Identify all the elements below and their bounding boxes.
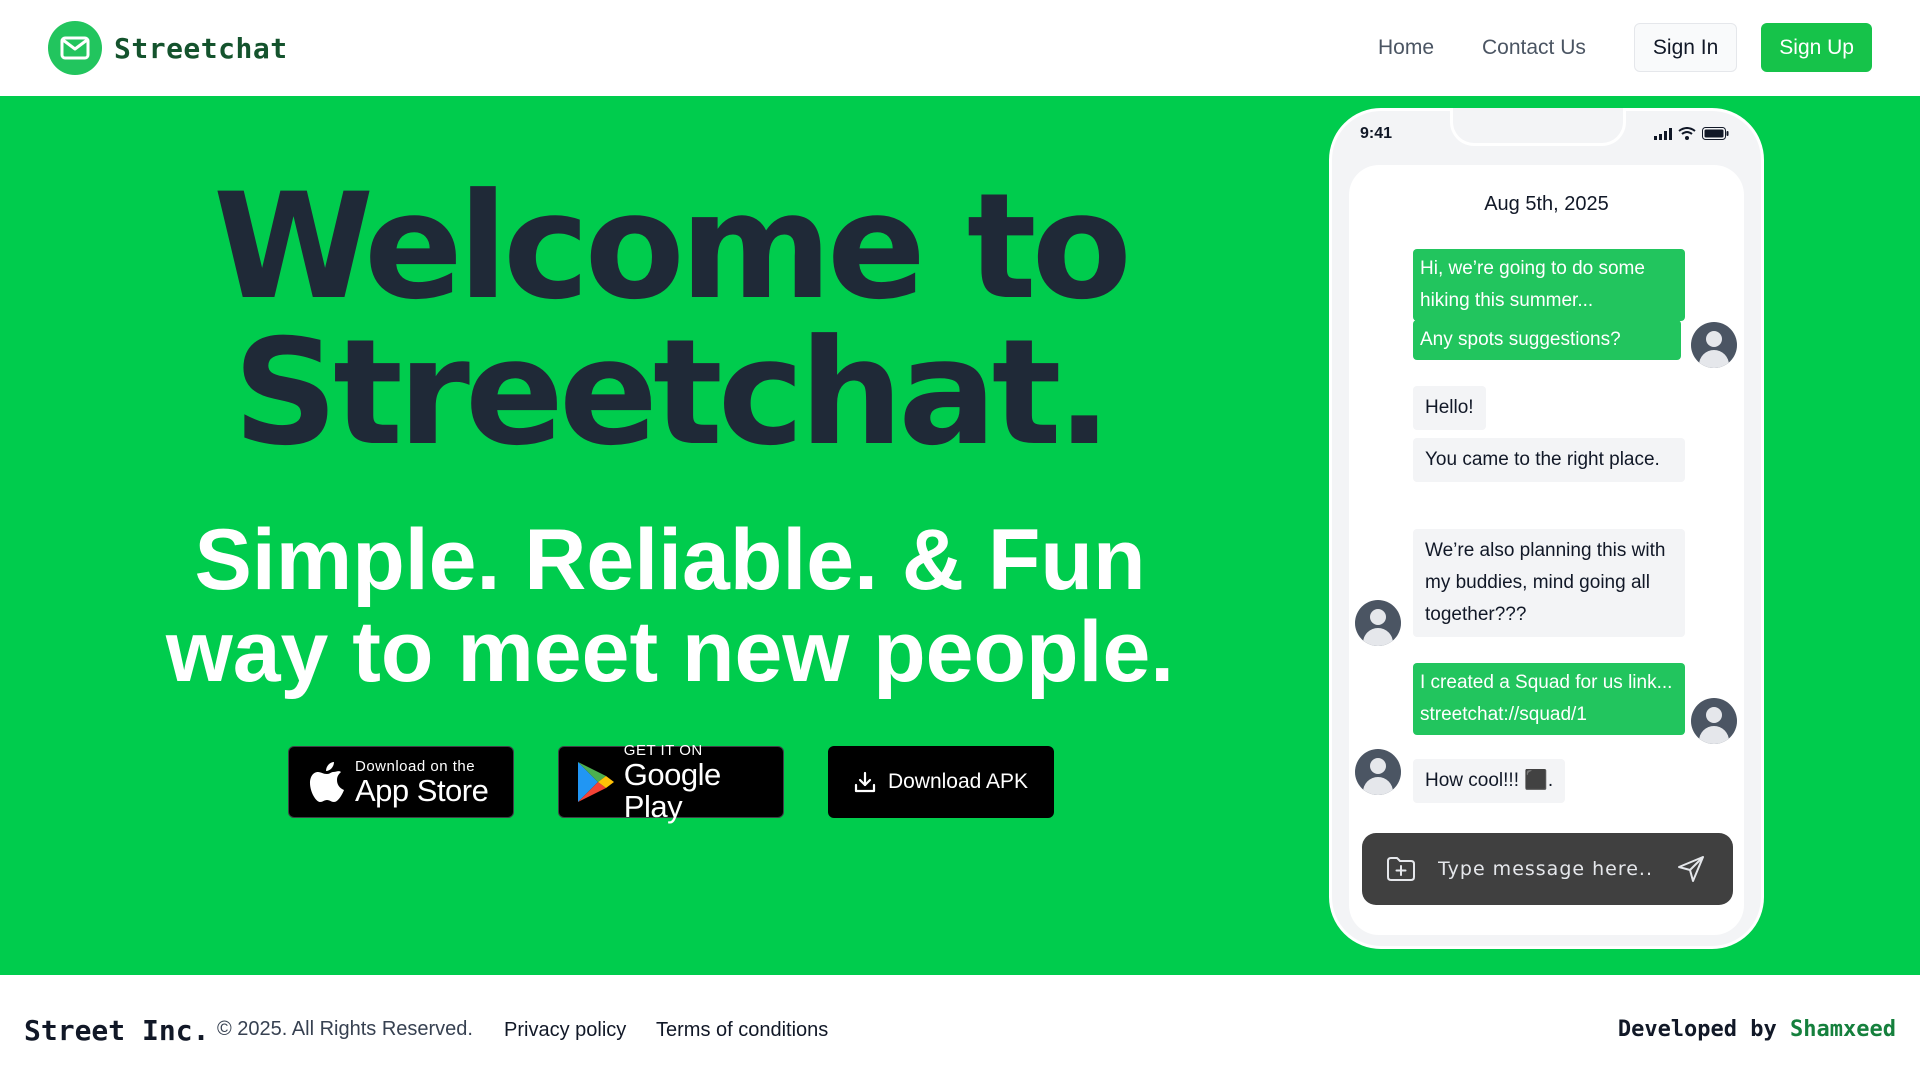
- download-buttons: Download on the App Store GET IT ON Goog…: [288, 742, 1054, 822]
- phone-mockup: 9:41 Aug 5th, 2025 Hi, we’re going to do…: [1329, 108, 1764, 949]
- message-composer: [1362, 833, 1733, 905]
- message-bubble: Any spots suggestions?: [1413, 320, 1681, 360]
- apple-icon: [303, 760, 351, 804]
- app-store-big-text: App Store: [355, 772, 489, 808]
- download-apk-label: Download APK: [887, 770, 1029, 793]
- download-apk-button[interactable]: Download APK: [828, 746, 1054, 818]
- chat-date: Aug 5th, 2025: [1484, 193, 1609, 215]
- hero-title-line2: Streetchat.: [232, 308, 1112, 478]
- battery-icon: [1702, 127, 1729, 145]
- developed-by: Developed by Shamxeed: [1618, 1017, 1896, 1042]
- wifi-icon: [1678, 127, 1696, 145]
- nav-contact-link[interactable]: Contact Us: [1482, 36, 1586, 60]
- google-play-small-text: GET IT ON: [623, 741, 703, 759]
- privacy-policy-link[interactable]: Privacy policy: [504, 1019, 626, 1042]
- message-bubble: How cool!!! ⬛.: [1413, 759, 1566, 803]
- hero-subtitle-line1: Simple. Reliable. & Fun: [194, 512, 1146, 608]
- google-play-button[interactable]: GET IT ON Google Play: [558, 742, 784, 822]
- phone-notch: [1450, 108, 1626, 146]
- header: Streetchat Home Contact Us Sign In Sign …: [0, 0, 1920, 96]
- sign-in-button[interactable]: Sign In: [1633, 23, 1738, 72]
- folder-plus-icon[interactable]: [1386, 856, 1416, 882]
- app-store-button[interactable]: Download on the App Store: [288, 746, 514, 818]
- envelope-icon: [48, 21, 102, 75]
- status-time: 9:41: [1360, 125, 1393, 142]
- terms-link[interactable]: Terms of conditions: [656, 1019, 828, 1042]
- google-play-big-text: Google Play: [623, 756, 721, 824]
- send-icon[interactable]: [1676, 854, 1706, 884]
- footer-copyright: © 2025. All Rights Reserved.: [217, 1018, 473, 1040]
- footer: Street Inc. © 2025. All Rights Reserved.…: [0, 975, 1920, 1084]
- developed-by-label: Developed by: [1617, 1017, 1777, 1042]
- hero-subtitle: Simple. Reliable. & Fun way to meet new …: [0, 514, 1340, 698]
- user-avatar-icon: [1355, 749, 1401, 795]
- hero-title-line1: Welcome to: [213, 162, 1132, 332]
- chat-screen: Aug 5th, 2025 Hi, we’re going to do some…: [1349, 165, 1744, 935]
- signal-icon: [1654, 127, 1674, 145]
- message-bubble: We’re also planning this with my buddies…: [1413, 529, 1685, 637]
- hero-subtitle-line2: way to meet new people.: [165, 604, 1175, 700]
- brand-name: Streetchat: [114, 31, 288, 65]
- status-icons: [1654, 127, 1729, 145]
- message-bubble: Hello!: [1413, 386, 1486, 430]
- hero-section: Welcome to Streetchat. Simple. Reliable.…: [0, 96, 1920, 975]
- user-avatar-icon: [1691, 322, 1737, 368]
- developer-link[interactable]: Shamxeed: [1790, 1017, 1896, 1042]
- sign-up-button[interactable]: Sign Up: [1761, 23, 1872, 72]
- hero-title: Welcome to Streetchat.: [0, 174, 1340, 466]
- message-bubble: You came to the right place.: [1413, 438, 1685, 482]
- nav-home-link[interactable]: Home: [1378, 36, 1434, 60]
- user-avatar-icon: [1691, 698, 1737, 744]
- message-bubble: Hi, we’re going to do some hiking this s…: [1413, 249, 1685, 321]
- app-store-small-text: Download on the: [355, 757, 476, 775]
- brand[interactable]: Streetchat: [48, 21, 288, 75]
- user-avatar-icon: [1355, 600, 1401, 646]
- message-bubble: I created a Squad for us link... streetc…: [1413, 663, 1685, 735]
- footer-brand: Street Inc.: [24, 1014, 210, 1047]
- nav: Home Contact Us Sign In Sign Up: [1378, 23, 1872, 72]
- message-input[interactable]: [1438, 858, 1668, 880]
- download-icon: [854, 771, 876, 793]
- google-play-icon: [573, 760, 620, 804]
